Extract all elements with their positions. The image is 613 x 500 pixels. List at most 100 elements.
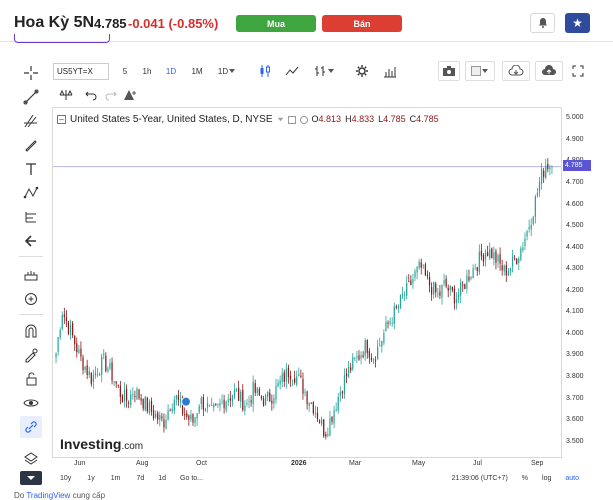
interval-dropdown[interactable]: 1D bbox=[213, 61, 241, 81]
candle-body bbox=[107, 368, 109, 372]
candle-body bbox=[235, 389, 238, 391]
candle-body bbox=[96, 374, 99, 376]
date-axis[interactable]: Jun Aug Oct 2026 Mar May Jul Sep bbox=[52, 458, 562, 470]
symbol-search-input[interactable]: US5YT=X bbox=[53, 63, 109, 80]
price-tick: 4.100 bbox=[566, 308, 584, 316]
candle-body bbox=[267, 391, 269, 397]
interval-5[interactable]: 5 bbox=[117, 61, 133, 81]
candle-body bbox=[119, 386, 121, 398]
last-price: 4.785 bbox=[94, 16, 127, 31]
color-dropdown[interactable] bbox=[465, 61, 495, 81]
candle-body bbox=[260, 396, 263, 399]
legend-collapse-icon[interactable]: – bbox=[57, 115, 66, 124]
fullscreen-button[interactable] bbox=[568, 61, 588, 81]
candle-body bbox=[74, 336, 76, 344]
add-alert-button[interactable] bbox=[530, 13, 555, 33]
interval-dropdown-label: 1D bbox=[217, 66, 229, 76]
legend-hide-icon[interactable] bbox=[287, 115, 296, 124]
redo-button[interactable] bbox=[102, 85, 120, 105]
layers-tool[interactable] bbox=[20, 448, 42, 470]
caret-down-icon[interactable] bbox=[277, 116, 284, 123]
collapse-toolbar-button[interactable] bbox=[20, 471, 42, 485]
candle-body bbox=[435, 283, 437, 293]
candle-body bbox=[105, 355, 107, 372]
toolbar-separator bbox=[19, 314, 43, 315]
range-10y[interactable]: 10y bbox=[60, 475, 71, 482]
candle-body bbox=[501, 265, 503, 271]
pitchfork-tool[interactable] bbox=[20, 110, 42, 132]
candle-body bbox=[186, 413, 188, 417]
text-tool[interactable] bbox=[20, 158, 42, 180]
candle-body bbox=[460, 282, 462, 296]
lock-tool[interactable] bbox=[20, 368, 42, 390]
candle-body bbox=[447, 287, 449, 291]
price-tick: 4.600 bbox=[566, 200, 584, 208]
drawing-toolbar bbox=[13, 58, 49, 485]
alert-button[interactable] bbox=[120, 85, 140, 105]
watchlist-star-button[interactable]: ★ bbox=[565, 13, 590, 33]
zoom-in-tool[interactable] bbox=[20, 288, 42, 310]
range-7d[interactable]: 7d bbox=[136, 475, 144, 482]
trend-line-tool[interactable] bbox=[20, 86, 42, 108]
candles-style-button[interactable] bbox=[254, 61, 276, 81]
compare-button[interactable] bbox=[55, 85, 77, 105]
chart-plot-area[interactable] bbox=[52, 107, 562, 458]
go-to-date[interactable]: Go to... bbox=[180, 475, 203, 482]
candle-body bbox=[269, 392, 271, 402]
interval-1d[interactable]: 1D bbox=[162, 61, 180, 81]
date-tick: Jul bbox=[473, 460, 482, 467]
ruler-icon bbox=[24, 271, 38, 281]
price-axis[interactable]: 5.0004.9004.8004.7004.6004.5004.4004.300… bbox=[562, 107, 593, 458]
candle-body bbox=[379, 345, 381, 346]
range-1y[interactable]: 1y bbox=[87, 475, 94, 482]
candle-body bbox=[103, 353, 105, 356]
back-tool[interactable] bbox=[20, 230, 42, 252]
tradingview-link[interactable]: TradingView bbox=[26, 491, 70, 500]
indicators-button[interactable] bbox=[379, 61, 401, 81]
candle-body bbox=[165, 419, 167, 429]
interval-1m[interactable]: 1M bbox=[187, 61, 207, 81]
toolbar-separator bbox=[19, 256, 43, 257]
candle-body bbox=[352, 357, 354, 369]
candle-body bbox=[511, 256, 514, 267]
load-chart-button[interactable] bbox=[502, 61, 530, 81]
pattern-tool[interactable] bbox=[20, 182, 42, 204]
undo-button[interactable] bbox=[82, 85, 100, 105]
chart-type-dropdown[interactable] bbox=[308, 61, 340, 81]
percent-toggle[interactable]: % bbox=[522, 475, 528, 482]
crosshair-tool[interactable] bbox=[20, 62, 42, 84]
prediction-tool[interactable] bbox=[20, 206, 42, 228]
candle-body bbox=[173, 399, 175, 411]
candle-body bbox=[132, 394, 134, 396]
auto-toggle[interactable]: auto bbox=[565, 475, 579, 482]
legend-settings-icon[interactable] bbox=[299, 115, 308, 124]
candle-body bbox=[194, 417, 196, 424]
candle-body bbox=[215, 403, 217, 405]
brush-tool[interactable] bbox=[20, 134, 42, 156]
candle-body bbox=[507, 270, 510, 276]
sell-button[interactable]: Bán bbox=[322, 15, 402, 32]
candle-body bbox=[262, 398, 265, 406]
ruler-tool[interactable] bbox=[20, 264, 42, 286]
price-tick: 5.000 bbox=[566, 114, 584, 122]
save-chart-button[interactable] bbox=[535, 61, 563, 81]
range-1m[interactable]: 1m bbox=[111, 475, 121, 482]
link-tool[interactable] bbox=[20, 416, 42, 438]
interval-1h[interactable]: 1h bbox=[138, 61, 156, 81]
settings-button[interactable] bbox=[351, 61, 373, 81]
stay-drawing-tool[interactable] bbox=[20, 344, 42, 366]
visibility-tool[interactable] bbox=[20, 392, 42, 414]
candle-body bbox=[200, 397, 202, 404]
arrow-left-icon bbox=[24, 235, 36, 247]
buy-button[interactable]: Mua bbox=[236, 15, 316, 32]
candle-body bbox=[482, 254, 485, 262]
candle-body bbox=[362, 355, 364, 358]
log-toggle[interactable]: log bbox=[542, 475, 551, 482]
candle-body bbox=[184, 414, 186, 416]
candle-body bbox=[536, 192, 539, 196]
snapshot-button[interactable] bbox=[438, 61, 460, 81]
line-style-button[interactable] bbox=[281, 61, 303, 81]
range-1d[interactable]: 1d bbox=[158, 475, 166, 482]
magnet-tool[interactable] bbox=[20, 320, 42, 342]
candle-body bbox=[534, 196, 536, 217]
